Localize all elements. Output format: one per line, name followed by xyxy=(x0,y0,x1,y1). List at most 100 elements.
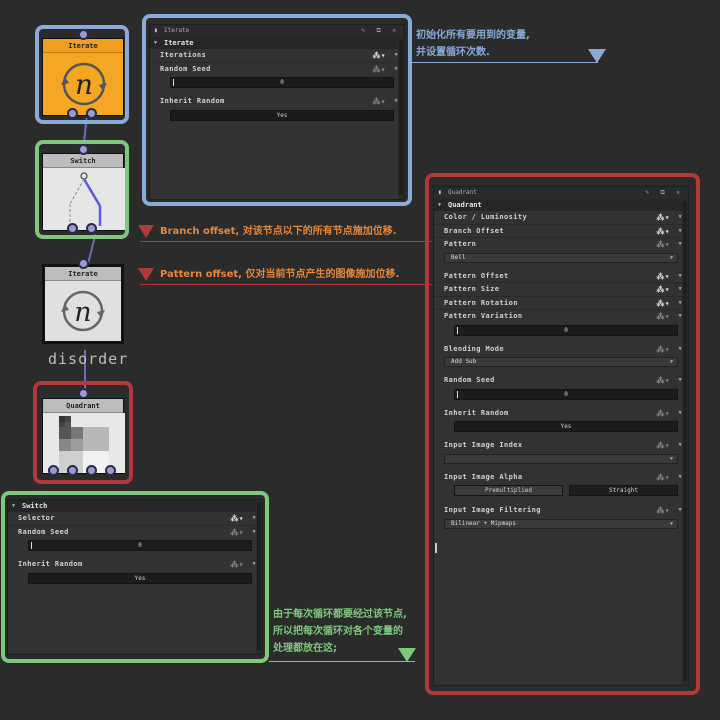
pattern-dropdown[interactable]: Bell ▼ xyxy=(444,252,678,263)
document-icon: ▮ xyxy=(154,27,158,34)
node-title: Quadrant xyxy=(43,399,123,413)
scrollbar[interactable] xyxy=(682,199,688,685)
function-icon[interactable]: ⁂▾ xyxy=(656,504,670,518)
function-icon[interactable]: ⁂▾ xyxy=(656,471,670,485)
blending-mode-dropdown[interactable]: Add Sub ▼ xyxy=(444,357,678,367)
iterate-icon: n xyxy=(61,62,107,106)
output-pin[interactable] xyxy=(105,465,116,476)
output-pin[interactable] xyxy=(48,465,59,476)
input-pin[interactable] xyxy=(78,258,89,269)
switch-icon xyxy=(43,168,125,230)
panel-edge-marker xyxy=(435,543,437,553)
switch-node[interactable]: Switch xyxy=(42,153,125,231)
param-input-image-filtering[interactable]: Input Image Filtering ⁂▾ ▼ xyxy=(434,504,688,518)
function-icon[interactable]: ⁂▾ xyxy=(656,310,670,324)
function-icon[interactable]: ⁂▾ xyxy=(656,270,670,284)
param-pattern-offset[interactable]: Pattern Offset ⁂▾ ▼ xyxy=(434,270,688,284)
function-icon[interactable]: ⁂▾ xyxy=(656,407,670,421)
group-header[interactable]: Switch xyxy=(8,500,262,512)
inherit-random-toggle[interactable]: Yes xyxy=(28,572,252,584)
annotation-underline xyxy=(269,661,415,662)
function-icon[interactable]: ⁂▾ xyxy=(656,283,670,297)
window-controls[interactable]: ✎ ⧉ ✕ xyxy=(645,187,684,199)
window-controls[interactable]: ✎ ⧉ ✕ xyxy=(361,25,400,37)
param-input-image-index[interactable]: Input Image Index ⁂▾ ▼ xyxy=(434,439,688,453)
annotation-top: 初始化所有要用到的变量, 并设置循环次数. xyxy=(416,30,530,58)
chevron-down-icon: ▼ xyxy=(669,455,673,462)
function-icon[interactable]: ⁂▾ xyxy=(372,49,386,63)
svg-text:n: n xyxy=(75,68,93,101)
function-icon[interactable]: ⁂▾ xyxy=(656,225,670,239)
scrollbar[interactable] xyxy=(398,37,404,199)
scrollbar[interactable] xyxy=(256,500,262,654)
slider-handle[interactable] xyxy=(31,542,32,549)
quadrant-icon xyxy=(43,413,125,473)
iterate-icon: n xyxy=(61,290,105,332)
iterate-node[interactable]: Iterate n xyxy=(42,264,124,344)
param-input-image-alpha[interactable]: Input Image Alpha ⁂▾ ▼ xyxy=(434,471,688,485)
inherit-random-toggle[interactable]: Yes xyxy=(454,421,678,432)
function-icon[interactable]: ⁂▾ xyxy=(230,512,244,526)
function-icon[interactable]: ⁂▾ xyxy=(656,439,670,453)
function-icon[interactable]: ⁂▾ xyxy=(372,95,386,109)
function-icon[interactable]: ⁂▾ xyxy=(656,374,670,388)
output-pin[interactable] xyxy=(67,108,78,119)
param-selector[interactable]: Selector ⁂▾ ▼ xyxy=(8,512,262,526)
param-pattern-size[interactable]: Pattern Size ⁂▾ ▼ xyxy=(434,283,688,297)
annotation-underline xyxy=(140,241,432,242)
param-pattern[interactable]: Pattern ⁂▾ ▼ xyxy=(434,238,688,252)
output-pin[interactable] xyxy=(86,465,97,476)
param-inherit-random[interactable]: Inherit Random ⁂▾ ▼ xyxy=(434,407,688,421)
function-icon[interactable]: ⁂▾ xyxy=(230,558,244,572)
annotation-underline xyxy=(140,284,432,285)
panel-header: ▮ Iterate ✎ ⧉ ✕ xyxy=(150,25,404,37)
param-inherit-random[interactable]: Inherit Random ⁂▾ ▼ xyxy=(8,558,262,572)
function-icon[interactable]: ⁂▾ xyxy=(230,526,244,540)
output-pin[interactable] xyxy=(86,223,97,234)
switch-parameter-panel: Switch Selector⁂▾▼ Random Seed⁂▾▼ 0 Inhe… xyxy=(7,499,263,655)
param-blending-mode[interactable]: Blending Mode ⁂▾ ▼ xyxy=(434,343,688,357)
param-color-luminosity[interactable]: Color / Luminosity ⁂▾ ▼ xyxy=(434,211,688,225)
annotation-pattern-offset: Pattern offset, 仅对当前节点产生的图像施加位移. xyxy=(160,269,400,280)
input-pin[interactable] xyxy=(78,144,89,155)
output-pin[interactable] xyxy=(67,465,78,476)
param-inherit-random[interactable]: Inherit Random ⁂▾ ▼ xyxy=(150,95,404,109)
pattern-variation-field[interactable]: 0 xyxy=(454,324,678,336)
random-seed-field[interactable]: 0 xyxy=(170,77,394,88)
node-title: Iterate xyxy=(43,39,123,53)
group-header[interactable]: Iterate xyxy=(150,37,404,49)
iterate-parameter-panel: ▮ Iterate ✎ ⧉ ✕ Iterate Iterations⁂▾▼ Ra… xyxy=(149,24,405,200)
annotation-arrow-icon xyxy=(138,268,154,281)
output-pin[interactable] xyxy=(67,223,78,234)
output-pin[interactable] xyxy=(86,108,97,119)
param-iterations[interactable]: Iterations ⁂▾ ▼ xyxy=(150,49,404,63)
param-random-seed[interactable]: Random Seed ⁂▾ ▼ xyxy=(434,374,688,388)
random-seed-field[interactable]: 0 xyxy=(28,540,252,551)
random-seed-field[interactable]: 0 xyxy=(454,388,678,400)
group-header[interactable]: Quadrant xyxy=(434,199,688,211)
slider-handle[interactable] xyxy=(457,326,458,334)
input-image-index-dropdown[interactable]: ▼ xyxy=(444,453,678,464)
straight-button[interactable]: Straight xyxy=(569,485,678,496)
chevron-down-icon: ▼ xyxy=(669,254,673,261)
param-random-seed[interactable]: Random Seed ⁂▾ ▼ xyxy=(8,526,262,540)
quadrant-node[interactable]: Quadrant xyxy=(42,398,125,474)
function-icon[interactable]: ⁂▾ xyxy=(656,211,670,225)
function-icon[interactable]: ⁂▾ xyxy=(656,238,670,252)
function-icon[interactable]: ⁂▾ xyxy=(656,343,670,357)
param-random-seed[interactable]: Random Seed ⁂▾ ▼ xyxy=(150,63,404,77)
param-pattern-variation[interactable]: Pattern Variation ⁂▾ ▼ xyxy=(434,310,688,324)
param-branch-offset[interactable]: Branch Offset ⁂▾ ▼ xyxy=(434,225,688,239)
function-icon[interactable]: ⁂▾ xyxy=(372,63,386,77)
annotation-arrow-icon xyxy=(138,225,154,238)
node-title: Iterate xyxy=(45,267,121,281)
input-image-filtering-dropdown[interactable]: Bilinear + Mipmaps ▼ xyxy=(444,518,678,529)
param-pattern-rotation[interactable]: Pattern Rotation ⁂▾ ▼ xyxy=(434,297,688,311)
slider-handle[interactable] xyxy=(173,79,174,86)
slider-handle[interactable] xyxy=(457,390,458,398)
function-icon[interactable]: ⁂▾ xyxy=(656,297,670,311)
inherit-random-toggle[interactable]: Yes xyxy=(170,109,394,121)
premultiplied-button[interactable]: Premultiplied xyxy=(454,485,563,496)
input-pin[interactable] xyxy=(78,29,89,40)
iterate-node[interactable]: Iterate n xyxy=(42,38,124,116)
